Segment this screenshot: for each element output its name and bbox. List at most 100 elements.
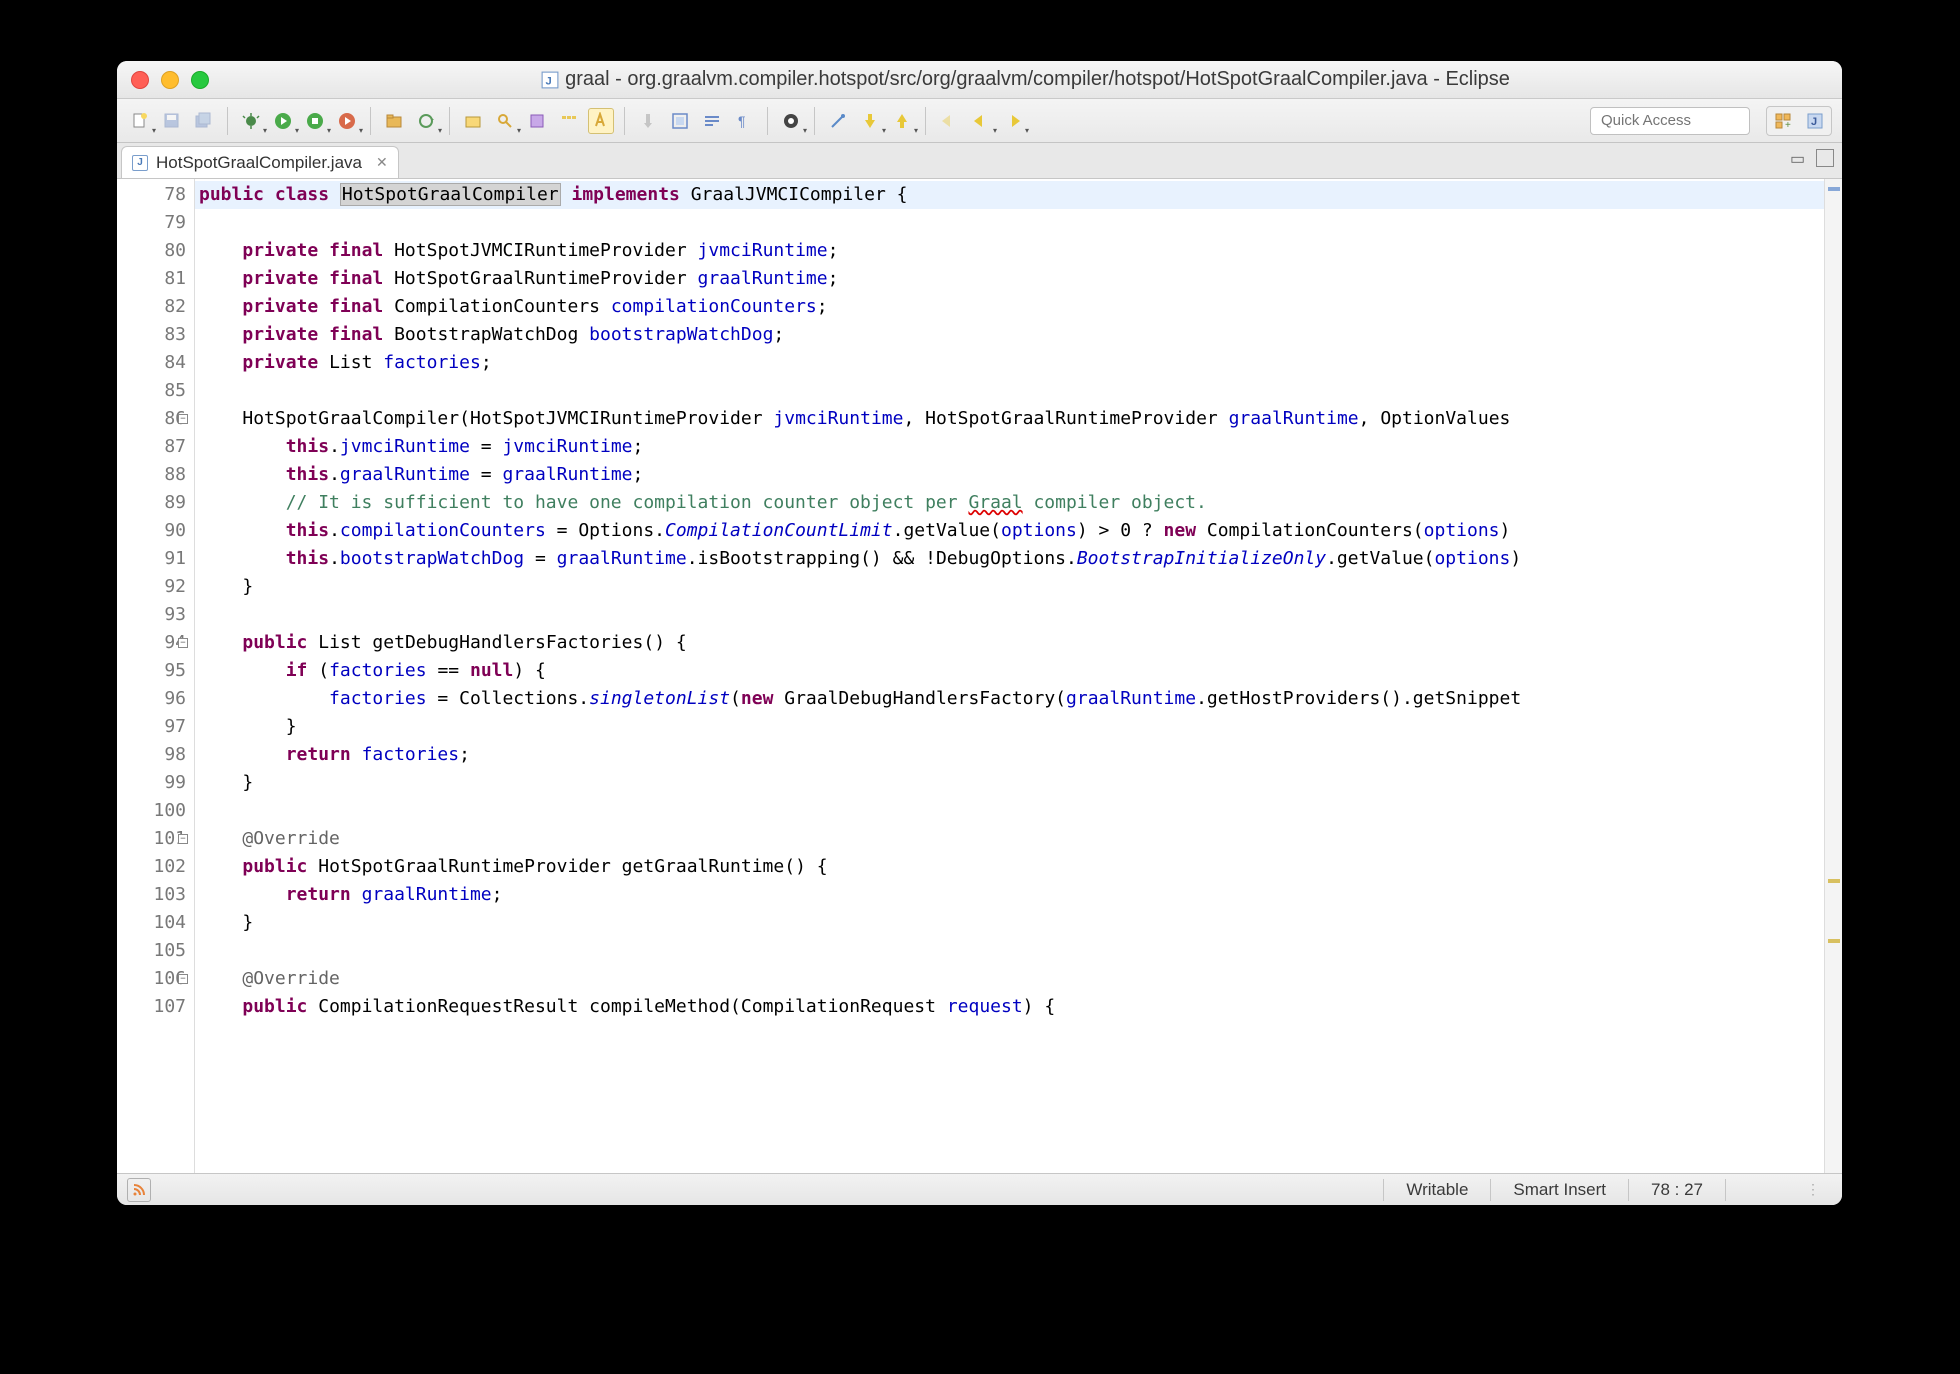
show-whitespace-button[interactable]: ¶ — [731, 108, 757, 134]
insert-mode-status: Smart Insert — [1491, 1180, 1628, 1200]
code-line[interactable]: if (factories == null) { — [195, 657, 1824, 685]
perspective-switcher: + J — [1766, 106, 1832, 136]
cursor-position: 78 : 27 — [1629, 1180, 1725, 1200]
code-line[interactable] — [195, 209, 1824, 237]
code-line[interactable] — [195, 797, 1824, 825]
fold-toggle-icon[interactable]: − — [178, 414, 188, 424]
code-line[interactable]: factories = Collections.singletonList(ne… — [195, 685, 1824, 713]
line-number: 82 — [135, 293, 186, 321]
java-file-icon: J — [541, 71, 559, 89]
ext-tools-dd-button[interactable] — [334, 108, 360, 134]
tab-label: HotSpotGraalCompiler.java — [156, 153, 362, 173]
toolbar-separator — [925, 107, 926, 135]
code-line[interactable] — [195, 377, 1824, 405]
code-line[interactable]: HotSpotGraalCompiler(HotSpotJVMCIRuntime… — [195, 405, 1824, 433]
code-line[interactable]: private List factories; — [195, 349, 1824, 377]
open-task-button[interactable] — [524, 108, 550, 134]
code-line[interactable]: private final BootstrapWatchDog bootstra… — [195, 321, 1824, 349]
minimize-view-icon[interactable]: ▭ — [1790, 149, 1808, 167]
search-dd-button[interactable] — [492, 108, 518, 134]
build-dd-button[interactable] — [413, 108, 439, 134]
toggle-breadcrumb-button[interactable] — [556, 108, 582, 134]
annotation-dd-button[interactable] — [778, 108, 804, 134]
code-line[interactable]: this.compilationCounters = Options.Compi… — [195, 517, 1824, 545]
toggle-word-wrap-button[interactable] — [699, 108, 725, 134]
overview-ruler[interactable] — [1824, 179, 1842, 1173]
pin-button[interactable] — [825, 108, 851, 134]
code-line[interactable]: @Override — [195, 825, 1824, 853]
prev-ann-dd-button[interactable] — [889, 108, 915, 134]
line-number: 84 — [135, 349, 186, 377]
code-line[interactable]: this.jvmciRuntime = jvmciRuntime; — [195, 433, 1824, 461]
code-line[interactable]: return graalRuntime; — [195, 881, 1824, 909]
coverage-dd-button[interactable] — [302, 108, 328, 134]
code-line[interactable]: public HotSpotGraalRuntimeProvider getGr… — [195, 853, 1824, 881]
code-line[interactable]: public List getDebugHandlersFactories() … — [195, 629, 1824, 657]
code-line[interactable]: @Override — [195, 965, 1824, 993]
code-line[interactable] — [195, 601, 1824, 629]
close-tab-icon[interactable]: ✕ — [376, 154, 388, 171]
toolbar-separator — [624, 107, 625, 135]
fold-toggle-icon[interactable]: − — [178, 638, 188, 648]
code-line[interactable]: } — [195, 909, 1824, 937]
code-line[interactable]: return factories; — [195, 741, 1824, 769]
code-line[interactable]: this.bootstrapWatchDog = graalRuntime.is… — [195, 545, 1824, 573]
svg-text:J: J — [546, 75, 552, 87]
code-line[interactable]: } — [195, 713, 1824, 741]
line-number: 96 — [135, 685, 186, 713]
close-window-button[interactable] — [131, 71, 149, 89]
java-perspective-button[interactable]: J — [1801, 109, 1829, 133]
code-line[interactable]: private final HotSpotGraalRuntimeProvide… — [195, 265, 1824, 293]
back-disabled-button — [936, 108, 962, 134]
minimize-window-button[interactable] — [161, 71, 179, 89]
quick-access-input[interactable] — [1590, 107, 1750, 135]
feed-icon[interactable] — [127, 1178, 151, 1202]
save-button — [159, 108, 185, 134]
new-project-button[interactable] — [381, 108, 407, 134]
toggle-block-button[interactable] — [667, 108, 693, 134]
window-controls — [131, 71, 209, 89]
debug-dd-button[interactable] — [238, 108, 264, 134]
line-number: 80 — [135, 237, 186, 265]
save-all-button — [191, 108, 217, 134]
line-number: 106− — [135, 965, 186, 993]
code-line[interactable]: } — [195, 769, 1824, 797]
mark-occurrences-button[interactable] — [588, 108, 614, 134]
open-perspective-button[interactable]: + — [1769, 109, 1797, 133]
fold-toggle-icon[interactable]: − — [178, 974, 188, 984]
step-disabled-button — [635, 108, 661, 134]
editor-tabbar: J HotSpotGraalCompiler.java ✕ ▭ — [117, 143, 1842, 179]
line-number: 95 — [135, 657, 186, 685]
maximize-view-icon[interactable] — [1816, 149, 1834, 167]
zoom-window-button[interactable] — [191, 71, 209, 89]
code-line[interactable]: // It is sufficient to have one compilat… — [195, 489, 1824, 517]
code-line[interactable]: this.graalRuntime = graalRuntime; — [195, 461, 1824, 489]
line-number: 81 — [135, 265, 186, 293]
line-number: 83 — [135, 321, 186, 349]
code-line[interactable]: private final HotSpotJVMCIRuntimeProvide… — [195, 237, 1824, 265]
forward-dd-button[interactable] — [1000, 108, 1026, 134]
svg-text:+: + — [1785, 120, 1791, 130]
next-ann-dd-button[interactable] — [857, 108, 883, 134]
svg-text:¶: ¶ — [738, 113, 746, 129]
line-number: 97 — [135, 713, 186, 741]
toolbar-separator — [227, 107, 228, 135]
code-editor[interactable]: 787980818283848586−8788899091929394−9596… — [117, 179, 1842, 1173]
run-dd-button[interactable] — [270, 108, 296, 134]
code-line[interactable]: } — [195, 573, 1824, 601]
line-number: 91 — [135, 545, 186, 573]
editor-tab[interactable]: J HotSpotGraalCompiler.java ✕ — [121, 146, 399, 178]
java-file-icon: J — [132, 155, 148, 171]
open-type-button[interactable] — [460, 108, 486, 134]
code-area[interactable]: public class HotSpotGraalCompiler implem… — [195, 179, 1824, 1173]
fold-toggle-icon[interactable]: − — [178, 834, 188, 844]
line-number: 79 — [135, 209, 186, 237]
code-line[interactable]: private final CompilationCounters compil… — [195, 293, 1824, 321]
new-dd-button[interactable] — [127, 108, 153, 134]
line-number: 85 — [135, 377, 186, 405]
code-line[interactable]: public class HotSpotGraalCompiler implem… — [195, 181, 1824, 209]
code-line[interactable]: public CompilationRequestResult compileM… — [195, 993, 1824, 1021]
statusbar-menu-icon[interactable]: ⋮ — [1806, 1181, 1822, 1198]
back-dd-button[interactable] — [968, 108, 994, 134]
code-line[interactable] — [195, 937, 1824, 965]
